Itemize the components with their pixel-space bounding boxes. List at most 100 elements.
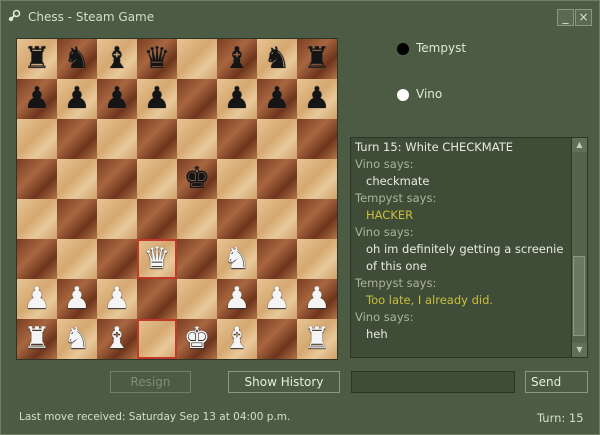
white-pawn-icon[interactable]: ♟ — [257, 279, 297, 319]
square-a3[interactable] — [17, 239, 57, 279]
square-f5[interactable] — [217, 159, 257, 199]
close-button[interactable]: × — [575, 9, 592, 26]
square-d5[interactable] — [137, 159, 177, 199]
square-d2[interactable] — [137, 279, 177, 319]
square-b7[interactable]: ♟ — [57, 79, 97, 119]
chat-log[interactable]: Turn 15: White CHECKMATE Vino says: checkm… — [350, 137, 588, 358]
black-pawn-icon[interactable]: ♟ — [17, 79, 57, 119]
square-a5[interactable] — [17, 159, 57, 199]
square-a8[interactable]: ♜ — [17, 39, 57, 79]
square-e8[interactable] — [177, 39, 217, 79]
white-pawn-icon[interactable]: ♟ — [297, 279, 337, 319]
square-f6[interactable] — [217, 119, 257, 159]
white-rook-icon[interactable]: ♜ — [297, 319, 337, 359]
square-b6[interactable] — [57, 119, 97, 159]
square-g6[interactable] — [257, 119, 297, 159]
square-a1[interactable]: ♜ — [17, 319, 57, 359]
square-h3[interactable] — [297, 239, 337, 279]
square-d4[interactable] — [137, 199, 177, 239]
square-e1[interactable]: ♚ — [177, 319, 217, 359]
square-g1[interactable] — [257, 319, 297, 359]
square-f8[interactable]: ♝ — [217, 39, 257, 79]
black-king-icon[interactable]: ♚ — [177, 159, 217, 199]
black-pawn-icon[interactable]: ♟ — [97, 79, 137, 119]
square-e3[interactable] — [177, 239, 217, 279]
black-pawn-icon[interactable]: ♟ — [57, 79, 97, 119]
black-bishop-icon[interactable]: ♝ — [217, 39, 257, 79]
square-b2[interactable]: ♟ — [57, 279, 97, 319]
white-knight-icon[interactable]: ♞ — [217, 239, 257, 279]
chat-scrollbar[interactable]: ▲ ▼ — [571, 138, 587, 357]
send-button[interactable]: Send — [525, 371, 588, 393]
scroll-thumb[interactable] — [573, 256, 585, 336]
black-pawn-icon[interactable]: ♟ — [297, 79, 337, 119]
square-d6[interactable] — [137, 119, 177, 159]
black-rook-icon[interactable]: ♜ — [297, 39, 337, 79]
square-c6[interactable] — [97, 119, 137, 159]
square-h1[interactable]: ♜ — [297, 319, 337, 359]
square-f1[interactable]: ♝ — [217, 319, 257, 359]
square-a7[interactable]: ♟ — [17, 79, 57, 119]
white-rook-icon[interactable]: ♜ — [17, 319, 57, 359]
black-pawn-icon[interactable]: ♟ — [137, 79, 177, 119]
square-f7[interactable]: ♟ — [217, 79, 257, 119]
black-pawn-icon[interactable]: ♟ — [257, 79, 297, 119]
square-d3[interactable]: ♛ — [137, 239, 177, 279]
square-a2[interactable]: ♟ — [17, 279, 57, 319]
square-h7[interactable]: ♟ — [297, 79, 337, 119]
square-g4[interactable] — [257, 199, 297, 239]
square-h4[interactable] — [297, 199, 337, 239]
square-h5[interactable] — [297, 159, 337, 199]
scroll-down-icon[interactable]: ▼ — [572, 343, 587, 357]
white-pawn-icon[interactable]: ♟ — [217, 279, 257, 319]
minimize-button[interactable]: _ — [557, 9, 574, 26]
square-e6[interactable] — [177, 119, 217, 159]
white-bishop-icon[interactable]: ♝ — [217, 319, 257, 359]
square-c1[interactable]: ♝ — [97, 319, 137, 359]
square-g7[interactable]: ♟ — [257, 79, 297, 119]
chess-board[interactable]: ♜ ♞ ♝ ♛ ♝ ♞ ♜ ♟ ♟ ♟ ♟ ♟ ♟ ♟ ♚ ♛ ♞ ♟ ♟ ♟ ♟ ♟ ♟ ♜ ♞ ♝ ♚ ♝ ♜ — [16, 38, 338, 360]
square-c7[interactable]: ♟ — [97, 79, 137, 119]
show-history-button[interactable]: Show History — [228, 371, 340, 393]
square-a6[interactable] — [17, 119, 57, 159]
white-queen-icon[interactable]: ♛ — [137, 239, 177, 279]
black-pawn-icon[interactable]: ♟ — [217, 79, 257, 119]
white-knight-icon[interactable]: ♞ — [57, 319, 97, 359]
square-f3[interactable]: ♞ — [217, 239, 257, 279]
square-b3[interactable] — [57, 239, 97, 279]
square-e4[interactable] — [177, 199, 217, 239]
square-b8[interactable]: ♞ — [57, 39, 97, 79]
square-d1[interactable] — [137, 319, 177, 359]
white-pawn-icon[interactable]: ♟ — [17, 279, 57, 319]
square-g3[interactable] — [257, 239, 297, 279]
square-b1[interactable]: ♞ — [57, 319, 97, 359]
square-b5[interactable] — [57, 159, 97, 199]
square-d8[interactable]: ♛ — [137, 39, 177, 79]
square-c8[interactable]: ♝ — [97, 39, 137, 79]
square-a4[interactable] — [17, 199, 57, 239]
square-d7[interactable]: ♟ — [137, 79, 177, 119]
scroll-up-icon[interactable]: ▲ — [572, 138, 587, 152]
square-h2[interactable]: ♟ — [297, 279, 337, 319]
square-c5[interactable] — [97, 159, 137, 199]
black-rook-icon[interactable]: ♜ — [17, 39, 57, 79]
black-queen-icon[interactable]: ♛ — [137, 39, 177, 79]
black-bishop-icon[interactable]: ♝ — [97, 39, 137, 79]
square-g8[interactable]: ♞ — [257, 39, 297, 79]
title-bar[interactable]: Chess - Steam Game _ × — [1, 1, 599, 31]
square-g2[interactable]: ♟ — [257, 279, 297, 319]
square-h6[interactable] — [297, 119, 337, 159]
square-c4[interactable] — [97, 199, 137, 239]
resign-button[interactable]: Resign — [110, 371, 191, 393]
square-f4[interactable] — [217, 199, 257, 239]
black-knight-icon[interactable]: ♞ — [257, 39, 297, 79]
square-c2[interactable]: ♟ — [97, 279, 137, 319]
white-king-icon[interactable]: ♚ — [177, 319, 217, 359]
white-bishop-icon[interactable]: ♝ — [97, 319, 137, 359]
square-g5[interactable] — [257, 159, 297, 199]
square-e7[interactable] — [177, 79, 217, 119]
square-e5[interactable]: ♚ — [177, 159, 217, 199]
square-b4[interactable] — [57, 199, 97, 239]
black-knight-icon[interactable]: ♞ — [57, 39, 97, 79]
white-pawn-icon[interactable]: ♟ — [97, 279, 137, 319]
